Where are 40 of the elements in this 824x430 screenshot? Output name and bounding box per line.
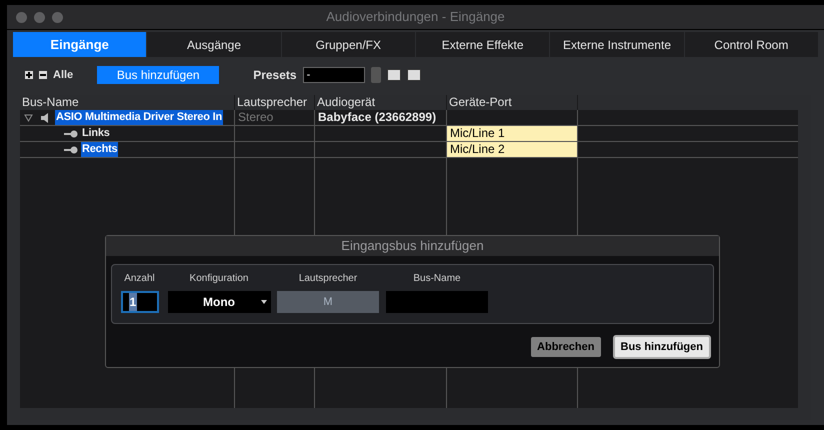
collapse-icon[interactable] <box>39 71 47 79</box>
close-icon[interactable] <box>16 12 27 22</box>
bus-name-field[interactable] <box>386 291 488 313</box>
plug-icon <box>64 130 78 138</box>
add-bus-button[interactable]: Bus hinzufügen <box>97 66 220 84</box>
window-title: Audioverbindungen - Eingänge <box>326 8 505 26</box>
count-field[interactable]: 1 <box>120 291 158 313</box>
field-label: Lautsprecher <box>298 272 358 284</box>
zoom-icon[interactable] <box>52 12 63 22</box>
plug-icon <box>64 146 78 154</box>
remove-preset-icon[interactable] <box>406 69 421 81</box>
table-cell-text: Stereo <box>237 110 274 125</box>
tab[interactable]: Gruppen/FX <box>282 32 415 57</box>
bus-name[interactable]: Links <box>81 126 111 141</box>
field-label: Anzahl <box>124 272 155 284</box>
minimize-icon[interactable] <box>34 12 45 22</box>
tab[interactable]: Eingänge <box>13 32 146 57</box>
table-cell: Mic/Line 2 <box>447 142 577 157</box>
tab[interactable]: Control Room <box>684 32 818 57</box>
add-preset-icon[interactable] <box>386 69 401 81</box>
tab[interactable]: Externe Effekte <box>416 32 550 57</box>
tab[interactable]: Ausgänge <box>147 32 281 57</box>
presets-label: Presets <box>253 67 297 84</box>
all-label: Alle <box>53 68 74 83</box>
configuration-dropdown[interactable]: Mono <box>168 291 270 313</box>
expand-arrow-icon[interactable] <box>24 114 34 122</box>
cancel-button[interactable]: Abbrechen <box>531 337 600 357</box>
stepper-icon[interactable] <box>370 67 381 83</box>
table-cell-text: Babyface (23662899) <box>317 110 438 125</box>
dialog-title: Eingangsbus hinzufügen <box>341 237 484 256</box>
table-cell: Mic/Line 1 <box>447 126 577 141</box>
add-bus-button[interactable]: Bus hinzufügen <box>612 335 711 359</box>
expand-icon[interactable] <box>25 71 33 79</box>
tab[interactable]: Externe Instrumente <box>550 32 684 57</box>
speaker-field: M <box>277 291 379 313</box>
bus-name[interactable]: ASIO Multimedia Driver Stereo In <box>55 110 223 125</box>
bus-name[interactable]: Rechts <box>81 142 118 157</box>
presets-field[interactable]: - <box>302 67 365 83</box>
field-label: Konfiguration <box>190 272 248 284</box>
field-label: Bus-Name <box>413 272 461 284</box>
